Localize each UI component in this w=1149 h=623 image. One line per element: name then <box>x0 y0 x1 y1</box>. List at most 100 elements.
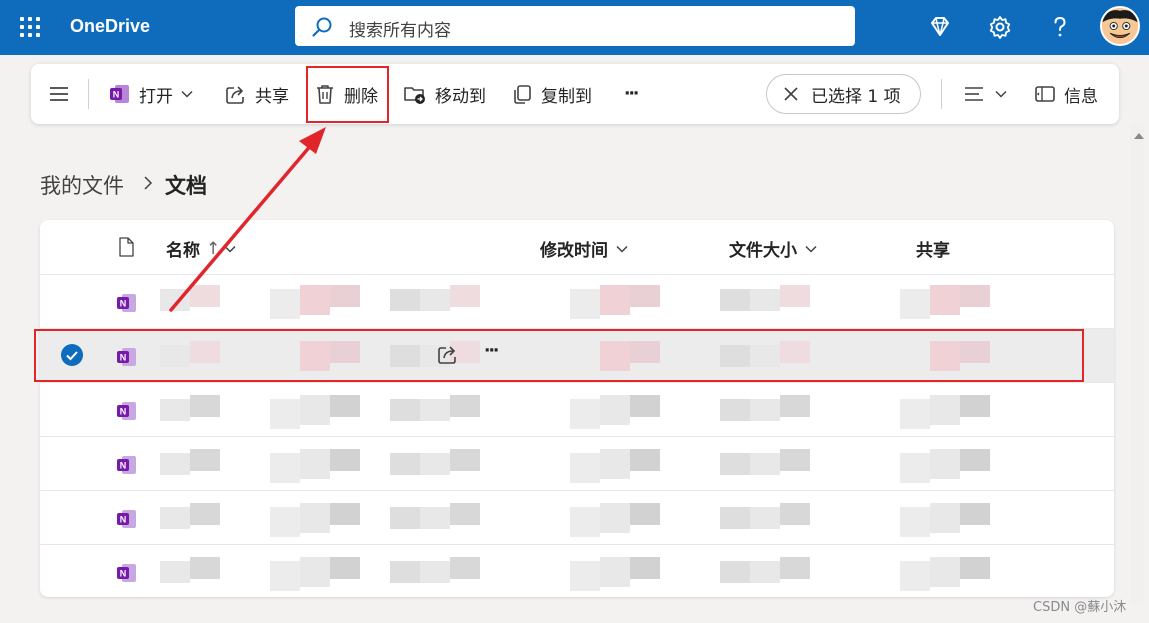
share-button[interactable]: 共享 <box>225 64 289 124</box>
redacted-text-block <box>960 557 990 579</box>
redacted-text-block <box>190 503 220 525</box>
redacted-text-block <box>420 561 450 583</box>
onenote-file-icon: N <box>117 294 136 312</box>
redacted-text-block <box>450 557 480 579</box>
chevron-down-icon <box>181 90 193 98</box>
menu-icon[interactable] <box>48 84 70 104</box>
app-header: OneDrive 搜索所有内容 <box>0 0 1149 55</box>
scrollbar[interactable] <box>1130 124 1144 604</box>
selection-pill[interactable]: 已选择 1 项 <box>766 74 921 114</box>
redacted-text-block <box>300 557 330 587</box>
redacted-text-block <box>390 507 420 529</box>
gear-icon[interactable] <box>986 13 1014 41</box>
sort-options-button[interactable] <box>963 64 1007 124</box>
column-size-label: 文件大小 <box>729 241 797 261</box>
redacted-text-block <box>450 395 480 417</box>
column-header-modified[interactable]: 修改时间 <box>540 236 628 261</box>
svg-text:N: N <box>120 569 127 579</box>
onenote-file-icon: N <box>117 510 136 528</box>
divider <box>941 79 942 109</box>
redacted-text-block <box>600 449 630 479</box>
chevron-right-icon <box>144 176 153 190</box>
redacted-text-block <box>420 507 450 529</box>
question-mark-icon[interactable] <box>1046 13 1074 41</box>
share-label: 共享 <box>255 86 289 107</box>
redacted-text-block <box>570 399 600 429</box>
redacted-text-block <box>570 289 600 319</box>
redacted-text-block <box>720 289 750 311</box>
watermark: CSDN @蘇小沐 <box>1033 600 1127 615</box>
redacted-text-block <box>330 503 360 525</box>
column-name-label: 名称 <box>166 241 200 261</box>
move-to-button[interactable]: 移动到 <box>403 64 486 124</box>
info-button[interactable]: 信息 <box>1034 64 1098 124</box>
app-launcher-icon[interactable] <box>20 17 40 37</box>
redacted-text-block <box>960 503 990 525</box>
redacted-text-block <box>900 453 930 483</box>
more-commands-button[interactable]: ··· <box>624 64 639 124</box>
search-icon <box>312 17 332 37</box>
redacted-text-block <box>600 395 630 425</box>
redacted-text-block <box>160 561 190 583</box>
chevron-down-icon <box>805 245 817 253</box>
redacted-text-block <box>330 285 360 307</box>
redacted-text-block <box>750 399 780 421</box>
diamond-icon[interactable] <box>926 13 954 41</box>
selection-count: 已选择 1 项 <box>811 86 901 107</box>
redacted-text-block <box>570 453 600 483</box>
redacted-text-block <box>160 289 190 311</box>
redacted-text-block <box>630 503 660 525</box>
table-row[interactable]: N <box>40 490 1114 544</box>
redacted-text-block <box>420 289 450 311</box>
redacted-text-block <box>190 449 220 471</box>
redacted-text-block <box>570 507 600 537</box>
scroll-up-arrow-icon[interactable] <box>1134 133 1144 139</box>
close-icon[interactable] <box>783 86 799 102</box>
table-row[interactable]: N <box>40 544 1114 597</box>
table-row[interactable]: N <box>40 382 1114 436</box>
redacted-text-block <box>720 399 750 421</box>
search-input[interactable]: 搜索所有内容 <box>349 16 451 41</box>
search-box[interactable]: 搜索所有内容 <box>295 6 855 46</box>
copy-to-button[interactable]: 复制到 <box>511 64 592 124</box>
redacted-text-block <box>390 453 420 475</box>
copy-icon <box>514 85 531 104</box>
table-row[interactable]: N <box>40 274 1114 328</box>
redacted-text-block <box>780 395 810 417</box>
open-button[interactable]: N 打开 <box>109 64 193 124</box>
redacted-text-block <box>750 561 780 583</box>
avatar[interactable] <box>1100 6 1140 46</box>
redacted-text-block <box>190 395 220 417</box>
breadcrumb-parent[interactable]: 我的文件 <box>40 170 124 200</box>
redacted-text-block <box>750 453 780 475</box>
onenote-file-icon: N <box>117 456 136 474</box>
copy-to-label: 复制到 <box>541 86 592 107</box>
redacted-text-block <box>900 507 930 537</box>
redacted-text-block <box>720 453 750 475</box>
redacted-text-block <box>300 503 330 533</box>
column-header-sharing[interactable]: 共享 <box>916 236 950 261</box>
file-type-icon <box>119 237 134 257</box>
column-header-name[interactable]: 名称 ↑ <box>166 236 236 261</box>
redacted-text-block <box>330 449 360 471</box>
svg-text:N: N <box>120 299 127 309</box>
column-header-size[interactable]: 文件大小 <box>729 236 817 261</box>
onenote-file-icon: N <box>117 402 136 420</box>
table-row[interactable]: N <box>40 436 1114 490</box>
redacted-text-block <box>270 399 300 429</box>
svg-text:N: N <box>120 407 127 417</box>
redacted-text-block <box>630 557 660 579</box>
redacted-text-block <box>330 557 360 579</box>
sort-lines-icon <box>965 87 983 101</box>
redacted-text-block <box>720 507 750 529</box>
redacted-text-block <box>600 557 630 587</box>
redacted-text-block <box>190 285 220 307</box>
redacted-text-block <box>450 285 480 307</box>
redacted-text-block <box>630 285 660 307</box>
file-list: 名称 ↑ 修改时间 文件大小 共享 N N ··· N N N N <box>40 220 1114 597</box>
app-brand[interactable]: OneDrive <box>70 16 150 37</box>
move-to-label: 移动到 <box>435 86 486 107</box>
redacted-text-block <box>630 449 660 471</box>
redacted-text-block <box>960 449 990 471</box>
redacted-text-block <box>420 399 450 421</box>
